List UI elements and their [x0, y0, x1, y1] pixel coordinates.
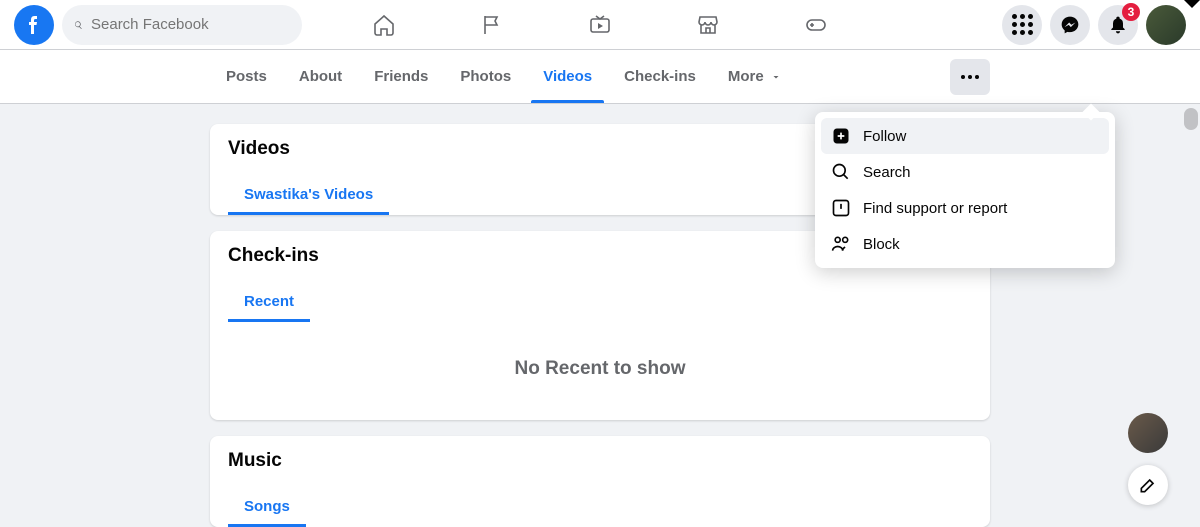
checkins-empty-text: No Recent to show: [228, 322, 972, 420]
music-card-title: Music: [228, 450, 972, 472]
menu-report-label: Find support or report: [863, 200, 1007, 217]
caret-icon: [1184, 0, 1200, 8]
search-container[interactable]: [62, 5, 302, 45]
scrollbar-thumb[interactable]: [1184, 108, 1198, 130]
gaming-icon: [804, 13, 828, 37]
profile-avatar[interactable]: [1146, 5, 1186, 45]
tab-posts[interactable]: Posts: [210, 50, 283, 103]
watch-icon: [588, 13, 612, 37]
search-input[interactable]: [91, 16, 290, 33]
marketplace-icon: [696, 13, 720, 37]
nav-marketplace[interactable]: [658, 0, 758, 50]
menu-search-label: Search: [863, 164, 911, 181]
facebook-logo[interactable]: [14, 5, 54, 45]
chevron-down-icon: [770, 71, 782, 83]
menu-block-label: Block: [863, 236, 900, 253]
menu-follow[interactable]: Follow: [821, 118, 1109, 154]
messenger-icon: [1060, 15, 1080, 35]
apps-icon: [1012, 14, 1033, 35]
notifications-button[interactable]: 3: [1098, 5, 1138, 45]
flag-icon: [480, 13, 504, 37]
more-actions-menu: Follow Search Find support or report Blo…: [815, 112, 1115, 268]
header-right: 3: [1002, 5, 1186, 45]
checkins-subtab-recent[interactable]: Recent: [228, 281, 310, 322]
menu-follow-label: Follow: [863, 128, 906, 145]
tab-checkins[interactable]: Check-ins: [608, 50, 712, 103]
float-stack: [1128, 413, 1168, 505]
home-icon: [372, 13, 396, 37]
menu-report[interactable]: Find support or report: [821, 190, 1109, 226]
nav-pages[interactable]: [442, 0, 542, 50]
nav-watch[interactable]: [550, 0, 650, 50]
messenger-button[interactable]: [1050, 5, 1090, 45]
compose-button[interactable]: [1128, 465, 1168, 505]
search-icon: [831, 162, 851, 182]
music-subtab-songs[interactable]: Songs: [228, 486, 306, 527]
notification-badge: 3: [1122, 3, 1140, 21]
compose-icon: [1138, 475, 1158, 495]
center-nav: [334, 0, 866, 50]
tab-friends[interactable]: Friends: [358, 50, 444, 103]
videos-subtab-user[interactable]: Swastika's Videos: [228, 174, 389, 215]
nav-gaming[interactable]: [766, 0, 866, 50]
report-icon: [831, 198, 851, 218]
nav-home[interactable]: [334, 0, 434, 50]
top-header: 3: [0, 0, 1200, 50]
follow-icon: [831, 126, 851, 146]
tab-photos[interactable]: Photos: [444, 50, 527, 103]
tab-more-label: More: [728, 68, 764, 85]
block-icon: [831, 234, 851, 254]
tab-about[interactable]: About: [283, 50, 358, 103]
apps-menu-button[interactable]: [1002, 5, 1042, 45]
tab-videos[interactable]: Videos: [527, 50, 608, 103]
chat-head-avatar[interactable]: [1128, 413, 1168, 453]
more-actions-button[interactable]: [950, 59, 990, 95]
facebook-f-icon: [22, 13, 46, 37]
tab-more[interactable]: More: [712, 50, 798, 103]
search-icon: [74, 17, 83, 33]
profile-tabs-bar: Posts About Friends Photos Videos Check-…: [0, 50, 1200, 104]
menu-block[interactable]: Block: [821, 226, 1109, 262]
menu-search[interactable]: Search: [821, 154, 1109, 190]
music-card: Music Songs: [210, 436, 990, 527]
